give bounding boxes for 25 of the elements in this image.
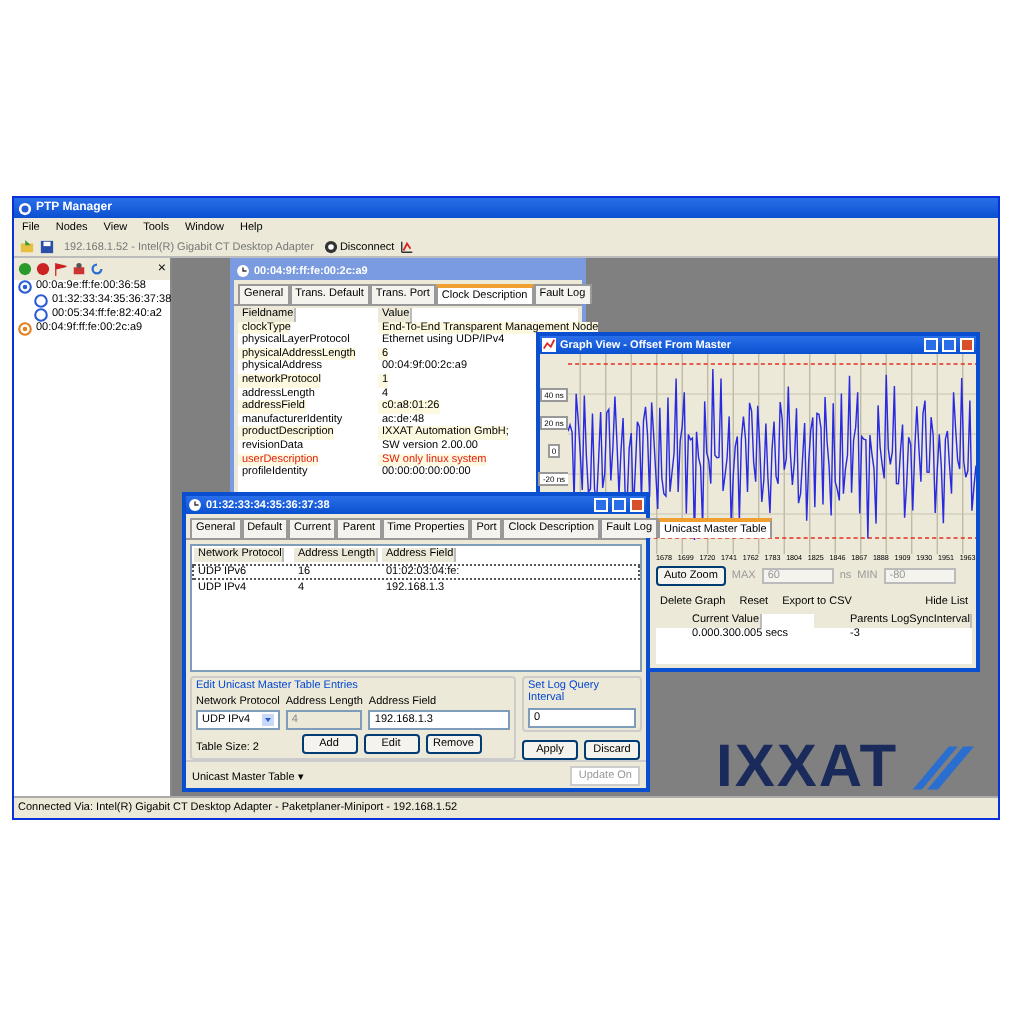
node-icon[interactable] <box>18 322 32 336</box>
minimize-button[interactable] <box>924 338 938 352</box>
clock-icon <box>188 498 202 512</box>
app-icon <box>18 201 32 215</box>
close-button[interactable] <box>630 498 644 512</box>
disconnect-icon <box>323 240 338 254</box>
node-icon[interactable] <box>34 308 48 322</box>
refresh-icon[interactable] <box>90 262 104 276</box>
maximize-button[interactable] <box>942 338 956 352</box>
node-icon[interactable] <box>34 294 48 308</box>
add-node-icon[interactable] <box>18 262 32 276</box>
chart-icon[interactable] <box>400 240 415 254</box>
network-icon[interactable] <box>72 262 86 276</box>
minimize-button[interactable] <box>594 498 608 512</box>
flag-icon[interactable] <box>54 262 68 276</box>
close-button[interactable] <box>960 338 974 352</box>
logo: IXXAT <box>716 738 899 796</box>
clock-icon <box>236 264 250 278</box>
open-icon[interactable] <box>20 240 34 254</box>
dropdown-arrow-icon <box>261 714 274 726</box>
save-icon[interactable] <box>40 240 54 254</box>
remove-node-icon[interactable] <box>36 262 50 276</box>
chart-icon <box>542 338 556 352</box>
expanded-node-icon[interactable] <box>18 280 32 294</box>
maximize-button[interactable] <box>612 498 626 512</box>
